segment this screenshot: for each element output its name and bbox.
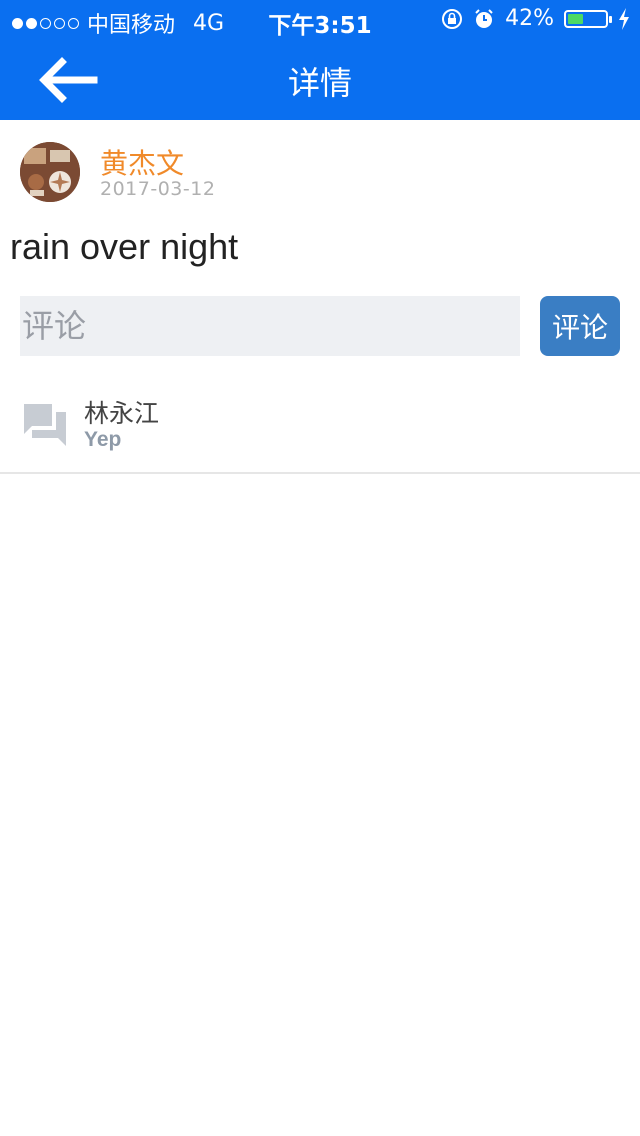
author-name[interactable]: 黄杰文	[100, 142, 184, 182]
alarm-icon	[475, 8, 493, 28]
top-bar: 中国移动 4G 下午3:51 42% 详情	[0, 0, 640, 120]
rotation-lock-icon	[442, 8, 463, 29]
post-header: 黄杰文 2017-03-12	[0, 122, 640, 212]
comment-text: Yep	[84, 428, 122, 451]
charging-bolt-icon	[619, 7, 629, 30]
comment-item: 林永江 Yep	[0, 380, 640, 474]
post-content: rain over night	[10, 226, 239, 267]
chat-bubbles-icon	[24, 404, 66, 446]
battery-icon	[564, 9, 612, 28]
comment-input[interactable]	[20, 296, 520, 356]
nav-bar: 详情	[0, 40, 640, 120]
avatar-image	[20, 142, 80, 202]
battery-fill	[568, 13, 583, 24]
comment-submit-button[interactable]: 评论	[540, 296, 620, 356]
post-date: 2017-03-12	[100, 178, 216, 200]
status-bar: 中国移动 4G 下午3:51 42%	[0, 0, 640, 40]
comment-list: 林永江 Yep	[0, 380, 640, 474]
avatar[interactable]	[20, 142, 80, 202]
status-right: 42%	[441, 6, 630, 31]
page-title: 详情	[287, 64, 352, 102]
battery-percent: 42%	[505, 6, 554, 31]
commenter-name: 林永江	[84, 399, 160, 428]
